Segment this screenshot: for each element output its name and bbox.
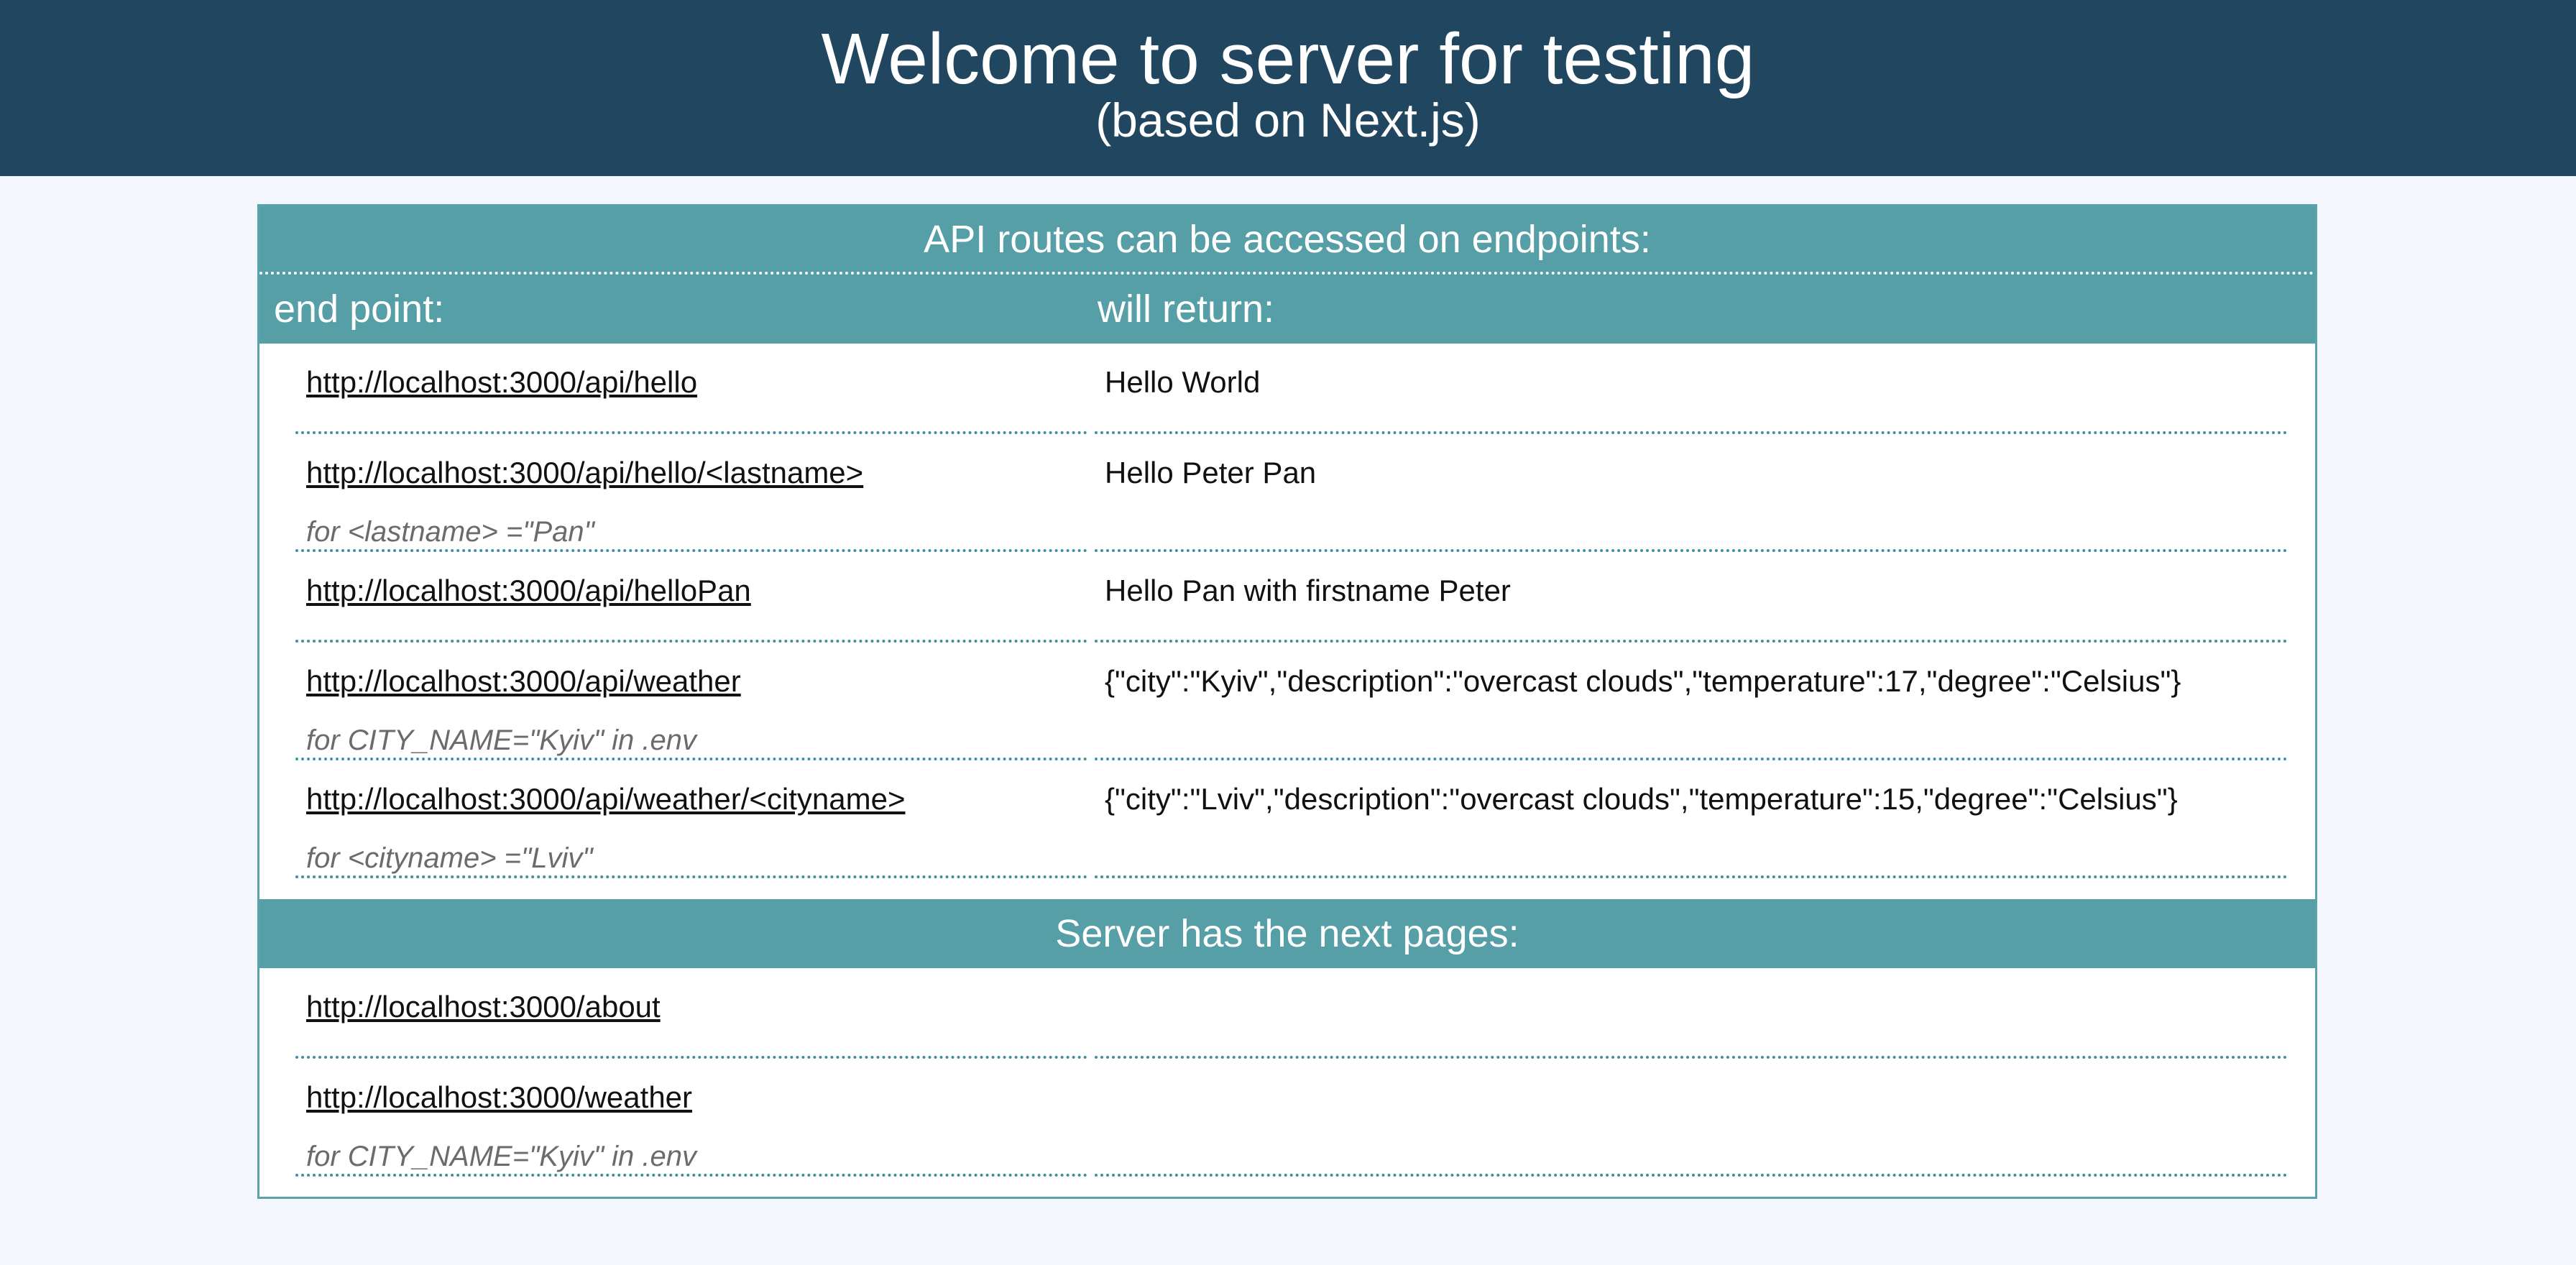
table-row: http://localhost:3000/api/weather/<cityn… (259, 760, 2315, 878)
endpoint-cell: http://localhost:3000/api/hello/<lastnam… (295, 434, 1087, 552)
endpoint-cell: http://localhost:3000/api/weather for CI… (295, 643, 1087, 760)
return-cell: Hello Pan with firstname Peter (1095, 552, 2288, 643)
endpoint-cell: http://localhost:3000/api/weather/<cityn… (295, 760, 1087, 878)
return-cell: {"city":"Lviv","description":"overcast c… (1095, 760, 2288, 878)
endpoint-link-hellopan[interactable]: http://localhost:3000/api/helloPan (306, 571, 751, 611)
endpoint-note: for CITY_NAME="Kyiv" in .env (306, 724, 697, 756)
endpoint-cell: http://localhost:3000/api/hello (295, 344, 1087, 434)
column-header-endpoint: end point: (274, 288, 445, 331)
page-subtitle: (based on Next.js) (1095, 93, 1481, 147)
table-row: http://localhost:3000/api/hello/<lastnam… (259, 434, 2315, 552)
endpoint-link-weather-cityname[interactable]: http://localhost:3000/api/weather/<cityn… (306, 779, 906, 819)
return-cell: Hello World (1095, 344, 2288, 434)
api-column-headers: end point: will return: (259, 275, 2315, 344)
pages-section-heading: Server has the next pages: (259, 899, 2315, 968)
endpoint-link-weather[interactable]: http://localhost:3000/api/weather (306, 661, 741, 702)
return-value: {"city":"Kyiv","description":"overcast c… (1105, 664, 2181, 698)
empty-cell (1095, 968, 2288, 1059)
endpoint-link-hello-lastname[interactable]: http://localhost:3000/api/hello/<lastnam… (306, 453, 863, 493)
empty-cell (1095, 1059, 2288, 1177)
endpoint-link-hello[interactable]: http://localhost:3000/api/hello (306, 362, 697, 402)
table-row: http://localhost:3000/api/helloPan Hello… (259, 552, 2315, 643)
return-cell: Hello Peter Pan (1095, 434, 2288, 552)
table-row: http://localhost:3000/api/hello Hello Wo… (259, 344, 2315, 434)
table-row: http://localhost:3000/api/weather for CI… (259, 643, 2315, 760)
page-link-weather[interactable]: http://localhost:3000/weather (306, 1077, 692, 1118)
return-value: {"city":"Lviv","description":"overcast c… (1105, 782, 2178, 816)
page-note: for CITY_NAME="Kyiv" in .env (306, 1141, 697, 1172)
return-value: Hello Peter Pan (1105, 456, 1317, 489)
return-value: Hello Pan with firstname Peter (1105, 574, 1511, 607)
endpoint-note: for <cityname> ="Lviv" (306, 842, 593, 874)
page-title: Welcome to server for testing (821, 19, 1755, 99)
page-cell: http://localhost:3000/about (295, 968, 1087, 1059)
page-cell: http://localhost:3000/weather for CITY_N… (295, 1059, 1087, 1177)
return-value: Hello World (1105, 365, 1261, 399)
endpoint-note: for <lastname> ="Pan" (306, 516, 594, 548)
return-cell: {"city":"Kyiv","description":"overcast c… (1095, 643, 2288, 760)
endpoint-cell: http://localhost:3000/api/helloPan (295, 552, 1087, 643)
table-row: http://localhost:3000/about (259, 968, 2315, 1059)
page-header: Welcome to server for testing (based on … (0, 0, 2576, 176)
column-header-returns: will return: (1098, 288, 1275, 331)
table-row: http://localhost:3000/weather for CITY_N… (259, 1059, 2315, 1177)
endpoints-panel: API routes can be accessed on endpoints:… (257, 204, 2317, 1199)
page-link-about[interactable]: http://localhost:3000/about (306, 987, 661, 1027)
api-section-heading: API routes can be accessed on endpoints: (259, 206, 2315, 275)
